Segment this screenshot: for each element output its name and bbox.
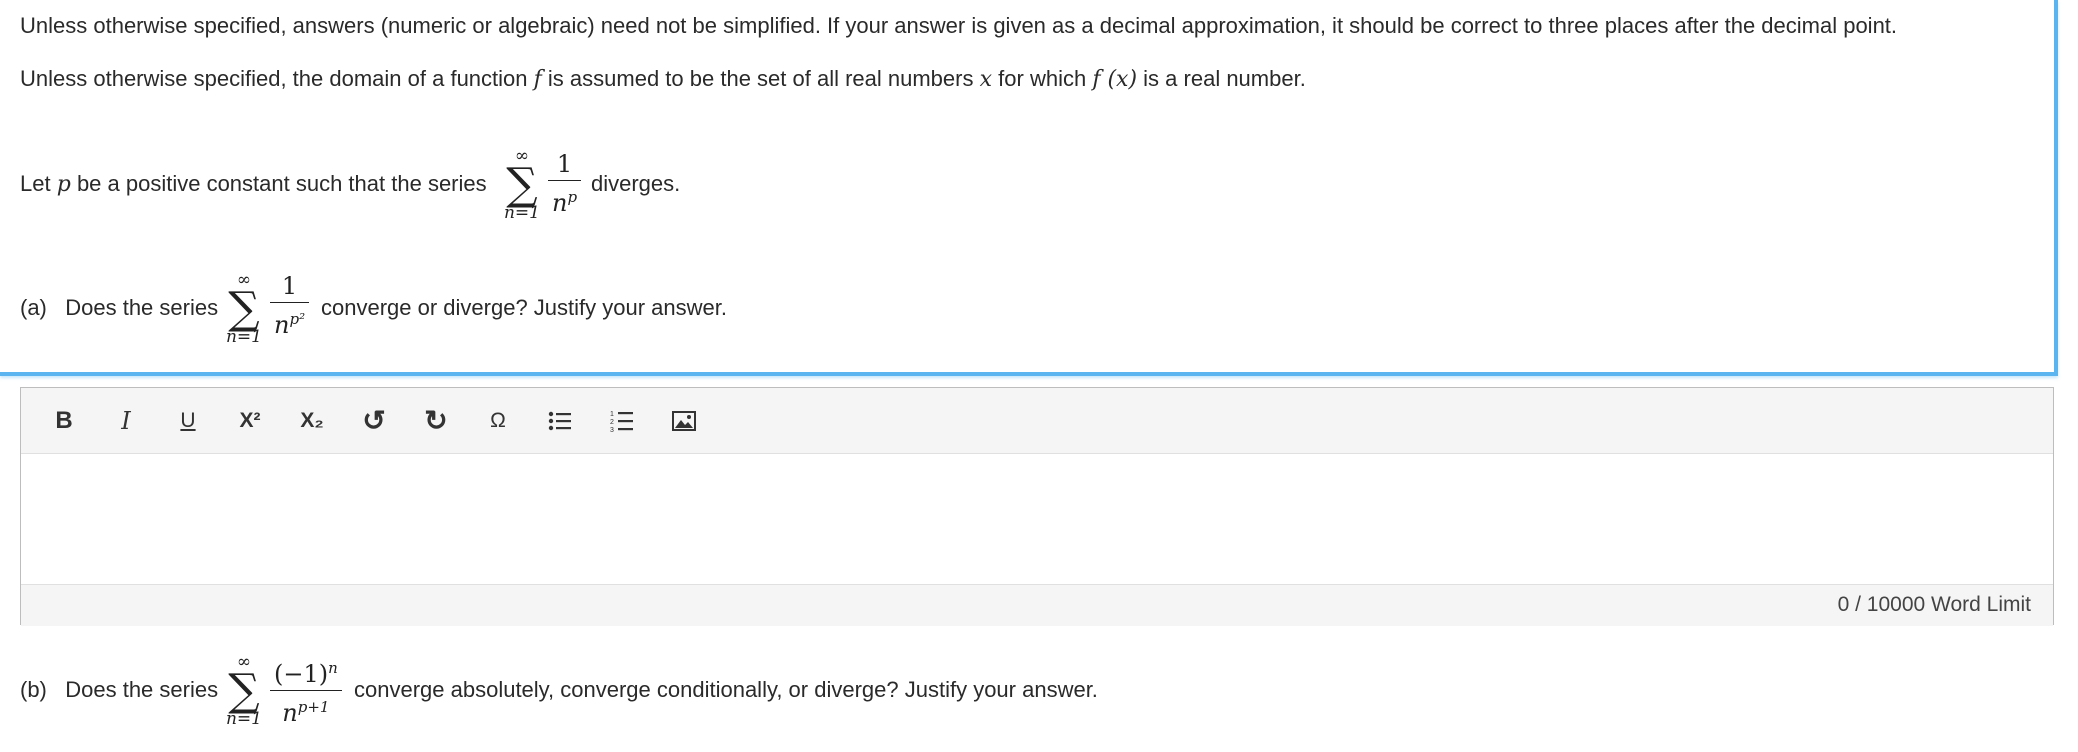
italic-button[interactable]: I (95, 401, 157, 441)
instructions-text: is assumed to be the set of all real num… (547, 66, 974, 91)
summation-symbol: ∞ ∑ n=1 (225, 652, 262, 729)
superscript-button[interactable]: X² (219, 401, 281, 441)
summation-symbol: ∞ ∑ n=1 (225, 270, 262, 347)
undo-icon[interactable]: ↺ (343, 401, 405, 441)
intro-text: Let p be a positive constant such that t… (20, 171, 487, 197)
math-f: f (533, 67, 542, 92)
word-count-footer: 0 / 10000 Word Limit (21, 584, 2053, 626)
fraction: (−1)n np+1 (270, 654, 342, 727)
svg-text:1: 1 (610, 411, 614, 418)
intro-end-text: diverges. (591, 171, 681, 196)
summation-symbol: ∞ ∑ n=1 (503, 146, 540, 223)
subscript-button[interactable]: X₂ (281, 401, 343, 441)
special-character-icon[interactable]: Ω (467, 401, 529, 441)
math-x: x (979, 67, 993, 92)
instructions-line-2: Unless otherwise specified, the domain o… (20, 66, 1306, 92)
part-a-end-text: converge or diverge? Justify your answer… (321, 295, 727, 320)
bold-button[interactable]: B (33, 401, 95, 441)
math-p: p (56, 172, 71, 197)
instructions-line-1: Unless otherwise specified, answers (num… (20, 13, 1897, 39)
fraction: 1 np (548, 150, 582, 217)
svg-text:3: 3 (610, 427, 614, 433)
instructions-text: Unless otherwise specified, the domain o… (20, 66, 528, 91)
underline-button[interactable]: U (157, 401, 219, 441)
answer-text-area[interactable] (21, 454, 2053, 584)
word-count: 0 / 10000 Word Limit (1837, 593, 2031, 616)
part-b-label: (b) Does the series (20, 677, 219, 702)
answer-editor[interactable]: B I U X² X₂ ↺ ↻ Ω 1 2 3 0 / 10000 Word L… (20, 387, 2054, 626)
image-icon (672, 410, 696, 431)
svg-text:2: 2 (610, 419, 614, 426)
insert-image-icon[interactable] (653, 401, 715, 441)
question-panel: Unless otherwise specified, answers (num… (0, 0, 2058, 376)
bulleted-list-icon[interactable] (529, 401, 591, 441)
numbered-list-icon[interactable]: 1 2 3 (591, 401, 653, 441)
numbered-list-icon: 1 2 3 (610, 411, 633, 433)
instructions-text: is a real number. (1143, 66, 1306, 91)
fraction: 1 np² (270, 272, 310, 339)
part-a-label: (a) Does the series (20, 295, 219, 320)
instructions-text: for which (998, 66, 1087, 91)
redo-icon[interactable]: ↻ (405, 401, 467, 441)
editor-toolbar: B I U X² X₂ ↺ ↻ Ω 1 2 3 (21, 388, 2053, 454)
math-f-of-x: f (x) (1092, 67, 1138, 92)
instructions-text: Unless otherwise specified, answers (num… (20, 13, 1898, 38)
bulleted-list-icon (548, 411, 571, 430)
part-b-end-text: converge absolutely, converge conditiona… (354, 677, 1098, 702)
